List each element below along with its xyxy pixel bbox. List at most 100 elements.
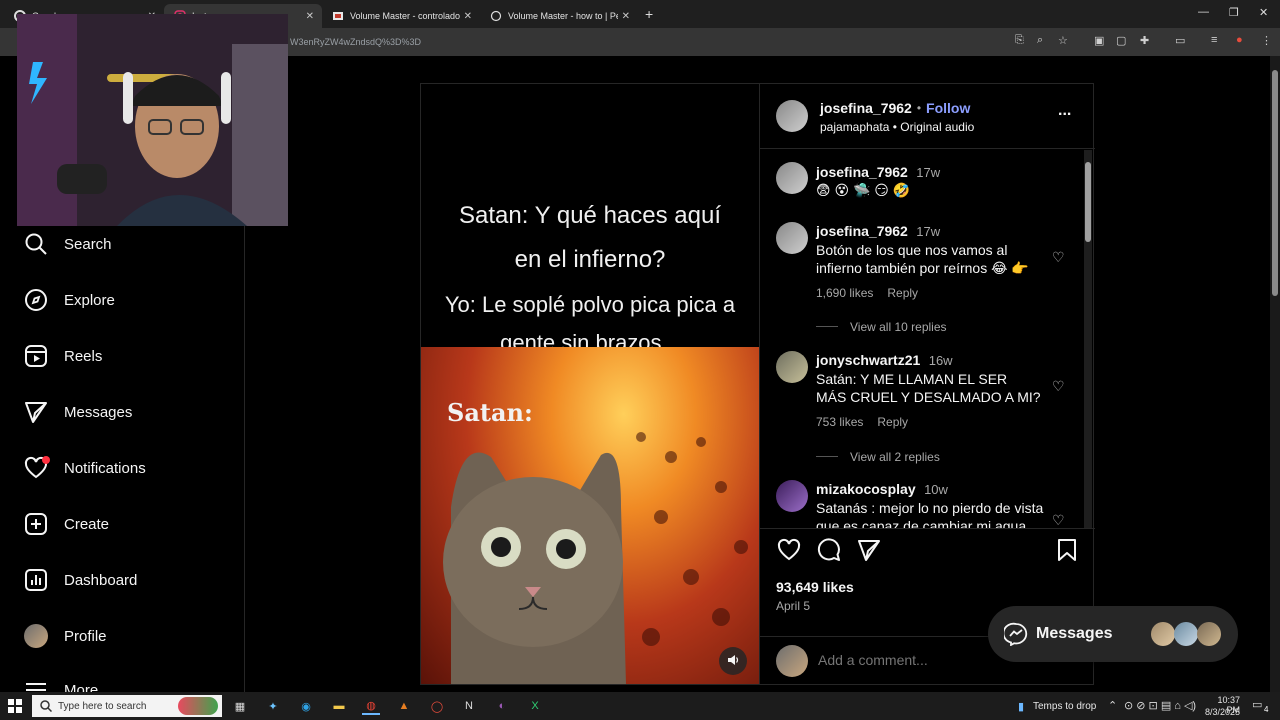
close-icon[interactable]: ✕	[622, 11, 630, 22]
comment-button[interactable]	[816, 537, 842, 565]
taskbar-search[interactable]: Type here to search	[32, 695, 222, 717]
sidebar-item-create[interactable]: Create	[24, 510, 109, 538]
sidebar-item-explore[interactable]: Explore	[24, 286, 115, 314]
comment: josefina_7962 17w	[816, 164, 940, 182]
file-explorer-icon[interactable]: ▬	[330, 697, 348, 715]
reply-button[interactable]: Reply	[887, 286, 918, 300]
sidebar-item-more[interactable]: More	[24, 678, 98, 692]
replies-line	[816, 456, 838, 457]
sidepanel-icon[interactable]: ▭	[1175, 34, 1185, 47]
add-comment-input[interactable]	[818, 649, 1018, 671]
sidebar-item-label: Notifications	[64, 459, 146, 477]
sidebar-item-profile[interactable]: Profile	[24, 622, 107, 650]
task-view-icon[interactable]: ▦	[231, 697, 249, 715]
copilot-icon[interactable]: ✦	[264, 697, 282, 715]
mute-button[interactable]	[719, 647, 747, 675]
close-icon[interactable]: ✕	[464, 11, 472, 22]
sidebar-item-messages[interactable]: Messages	[24, 398, 132, 426]
author-username[interactable]: josefina_7962	[820, 100, 912, 116]
chrome-icon[interactable]: ◍	[362, 697, 380, 715]
puzzle-icon[interactable]: ✚	[1140, 34, 1149, 47]
edge-icon[interactable]: ◉	[297, 697, 315, 715]
close-window-button[interactable]: ✕	[1259, 6, 1268, 19]
url-text[interactable]: W3enRyZW4wZndsdQ%3D%3D	[290, 37, 421, 47]
sidebar-item-dashboard[interactable]: Dashboard	[24, 566, 137, 594]
close-icon[interactable]: ✕	[306, 11, 314, 22]
minimize-button[interactable]: —	[1198, 6, 1209, 18]
comment-avatar[interactable]	[776, 480, 808, 512]
view-replies-button[interactable]: View all 10 replies	[850, 320, 947, 334]
excel-icon[interactable]: X	[526, 697, 544, 715]
vlc-icon[interactable]: ▲	[395, 697, 413, 715]
tray-icons[interactable]: ⊙ ⊘ ⊡ ▤ ⌂ ◁)	[1124, 699, 1196, 712]
comment-avatar[interactable]	[776, 222, 808, 254]
view-replies-button[interactable]: View all 2 replies	[850, 450, 940, 464]
comment-username[interactable]: josefina_7962	[816, 223, 908, 239]
like-comment-icon[interactable]: ♡	[1052, 512, 1065, 528]
save-button[interactable]	[1054, 538, 1080, 565]
media-icon[interactable]: ≡	[1211, 34, 1217, 46]
comment-avatar[interactable]	[776, 351, 808, 383]
tab-volume-master[interactable]: Volume Master - controlador d ✕	[322, 4, 480, 28]
comment-avatar[interactable]	[776, 162, 808, 194]
page-scrollbar[interactable]	[1270, 56, 1280, 692]
webcam-overlay	[17, 14, 288, 226]
post-media[interactable]: Satan: Y qué haces aquí en el infierno? …	[421, 84, 759, 684]
comment-username[interactable]: josefina_7962	[816, 164, 908, 180]
sidebar-item-label: Messages	[64, 403, 133, 421]
opera-icon[interactable]: ◯	[428, 697, 446, 715]
follow-button[interactable]: Follow	[926, 100, 970, 116]
obs-icon[interactable]: ◐	[493, 697, 511, 715]
extension-volume-icon[interactable]: ▣	[1094, 34, 1104, 47]
like-comment-icon[interactable]: ♡	[1052, 249, 1065, 266]
windows-start-icon[interactable]	[6, 697, 24, 715]
more-options-icon[interactable]: ...	[1058, 102, 1071, 120]
avatar	[776, 645, 808, 677]
tray-chevron-icon[interactable]: ⌃	[1108, 699, 1117, 712]
sidebar-item-search[interactable]: Search	[24, 230, 112, 258]
clock-date[interactable]: 8/3/2025	[1204, 707, 1240, 717]
notification-center-icon[interactable]: ▭	[1252, 698, 1262, 711]
weather-text[interactable]: Temps to drop	[1033, 701, 1096, 712]
tab-volume-master-howto[interactable]: Volume Master - how to | Peta ✕	[480, 4, 638, 28]
restore-button[interactable]: ❐	[1229, 6, 1239, 19]
sidebar-item-label: Explore	[64, 291, 115, 309]
sidebar-item-label: Dashboard	[64, 571, 138, 589]
audio-attribution[interactable]: pajamaphata • Original audio	[820, 120, 974, 134]
comment: jonyschwartz21 16w	[816, 352, 953, 370]
avatar	[1197, 622, 1221, 646]
likes-count[interactable]: 93,649 likes	[776, 579, 854, 595]
author-avatar[interactable]	[776, 100, 808, 132]
sidebar-item-label: More	[64, 682, 99, 692]
like-button[interactable]	[776, 538, 802, 565]
comment-username[interactable]: jonyschwartz21	[816, 352, 920, 368]
scrollbar-thumb[interactable]	[1085, 162, 1091, 242]
tab-label: Volume Master - how to | Peta	[508, 11, 618, 21]
speaker-icon	[727, 654, 739, 669]
bookmark-star-icon[interactable]: ☆	[1058, 34, 1068, 47]
like-comment-icon[interactable]: ♡	[1052, 378, 1065, 395]
avatar	[1174, 622, 1198, 646]
install-icon[interactable]: ⎘	[1015, 34, 1024, 47]
comment-likes[interactable]: 1,690 likes	[816, 286, 873, 300]
sidebar-item-reels[interactable]: Reels	[24, 342, 102, 370]
profile-icon[interactable]: ●	[1236, 34, 1243, 46]
kebab-menu-icon[interactable]: ⋮	[1261, 34, 1272, 47]
post-modal: Satan: Y qué haces aquí en el infierno? …	[420, 83, 1095, 685]
globe-icon	[490, 10, 502, 22]
watermelon-icon	[178, 697, 218, 715]
comments-scrollbar[interactable]	[1084, 150, 1092, 528]
extension-icon[interactable]: ▢	[1116, 34, 1126, 47]
sidebar-item-label: Create	[64, 515, 110, 533]
reply-button[interactable]: Reply	[877, 415, 908, 429]
new-tab-button[interactable]: +	[645, 6, 653, 22]
avatar	[1151, 622, 1175, 646]
notion-icon[interactable]: N	[460, 697, 478, 715]
comment-username[interactable]: mizakocosplay	[816, 481, 916, 497]
sidebar-item-notifications[interactable]: Notifications	[24, 454, 146, 482]
comment-likes[interactable]: 753 likes	[816, 415, 863, 429]
messages-pill[interactable]: Messages	[988, 606, 1238, 662]
zoom-icon[interactable]: ⌕	[1037, 34, 1043, 47]
share-button[interactable]	[856, 539, 882, 565]
scrollbar-thumb[interactable]	[1272, 70, 1278, 296]
